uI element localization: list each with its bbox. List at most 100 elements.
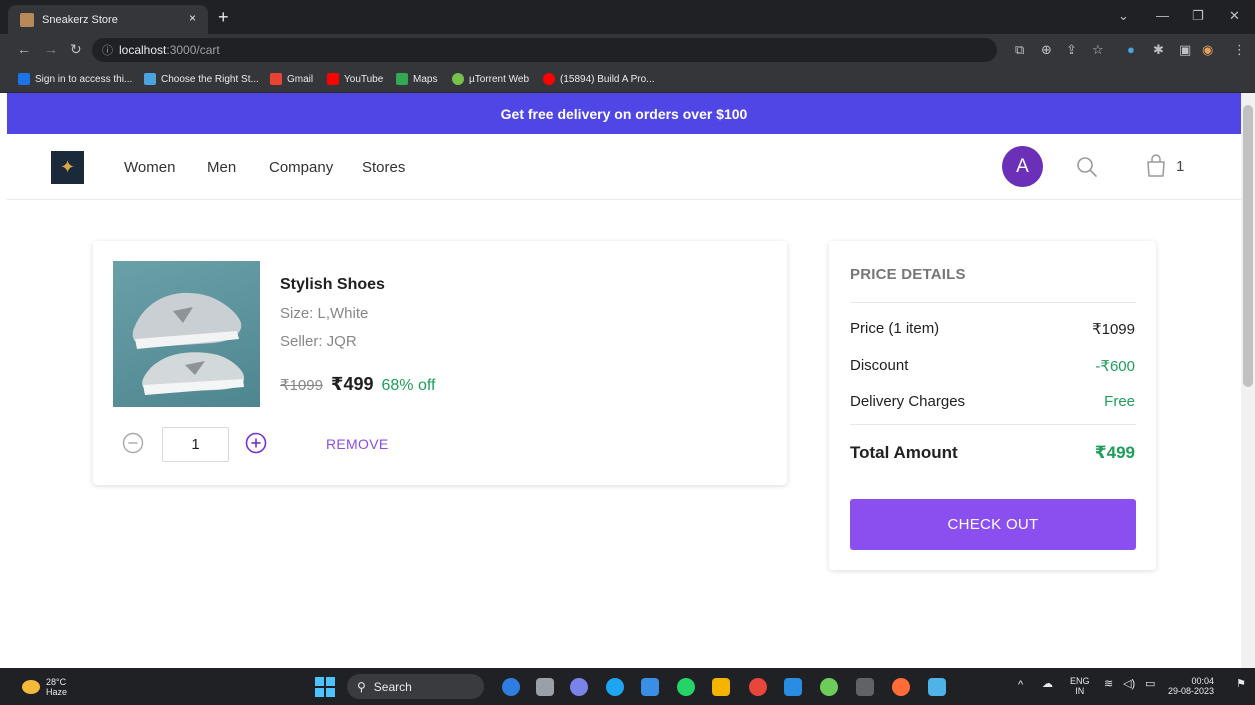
- browser-tab-bar: Sneakerz Store × + ⌄ — ❐ ✕: [0, 0, 1255, 34]
- window-close-icon[interactable]: ✕: [1229, 8, 1240, 24]
- clock[interactable]: 00:04 29-08-2023: [1168, 676, 1214, 696]
- volume-icon[interactable]: ◁): [1123, 679, 1135, 690]
- quantity-input[interactable]: 1: [162, 427, 229, 462]
- bookmark-item[interactable]: Gmail: [270, 73, 313, 85]
- file-explorer-icon[interactable]: [712, 678, 730, 696]
- microsoft-store-icon[interactable]: [641, 678, 659, 696]
- onedrive-icon[interactable]: ☁: [1042, 679, 1053, 690]
- user-avatar[interactable]: A: [1002, 146, 1043, 187]
- windows-start-icon[interactable]: [315, 677, 335, 697]
- clock-date: 29-08-2023: [1168, 686, 1215, 696]
- battery-icon[interactable]: ▭: [1145, 679, 1155, 690]
- checkout-button[interactable]: CHECK OUT: [850, 499, 1136, 550]
- nav-link-stores[interactable]: Stores: [362, 159, 405, 176]
- region-code: IN: [1075, 686, 1085, 696]
- product-name[interactable]: Stylish Shoes: [280, 276, 385, 294]
- nav-link-women[interactable]: Women: [124, 159, 175, 176]
- price-details-title: PRICE DETAILS: [850, 266, 966, 283]
- postman-icon[interactable]: [892, 678, 910, 696]
- bookmark-item[interactable]: µTorrent Web: [452, 73, 529, 85]
- new-tab-button[interactable]: +: [218, 7, 229, 28]
- page-scrollbar[interactable]: [1241, 93, 1255, 668]
- extension-icon[interactable]: ●: [1127, 42, 1135, 57]
- notifications-icon[interactable]: ⚑: [1236, 679, 1246, 690]
- forward-arrow-icon[interactable]: →: [44, 41, 58, 57]
- youtube-icon: [543, 73, 555, 85]
- taskbar-search[interactable]: ⚲ Search: [347, 674, 484, 699]
- cart-count[interactable]: 1: [1176, 158, 1184, 175]
- chrome-icon[interactable]: [749, 678, 767, 696]
- tab-close-icon[interactable]: ×: [189, 11, 196, 25]
- site-header: ✦ Women Men Company Stores A 1: [7, 134, 1241, 200]
- checkout-label: CHECK OUT: [947, 516, 1039, 533]
- original-price: ₹1099: [280, 377, 323, 394]
- side-panel-icon[interactable]: ▣: [1179, 42, 1191, 58]
- notepad-icon[interactable]: [928, 678, 946, 696]
- address-bar[interactable]: ⓘ localhost:3000/cart: [92, 38, 997, 62]
- avatar-initial: A: [1016, 155, 1029, 177]
- discount-label: Discount: [850, 357, 909, 374]
- quantity-value: 1: [191, 436, 200, 453]
- profile-avatar-icon[interactable]: ◉: [1202, 42, 1213, 58]
- site-info-icon[interactable]: ⓘ: [102, 42, 113, 58]
- edge-icon[interactable]: [606, 678, 624, 696]
- tab-title: Sneakerz Store: [42, 13, 118, 26]
- vscode-icon[interactable]: [784, 678, 802, 696]
- zoom-icon[interactable]: ⊕: [1041, 42, 1052, 58]
- bookmark-item[interactable]: (15894) Build A Pro...: [543, 73, 655, 85]
- weather-desc: Haze: [46, 687, 68, 697]
- taskbar-search-label: Search: [373, 679, 412, 694]
- teams-chat-icon[interactable]: [570, 678, 588, 696]
- remove-button[interactable]: REMOVE: [326, 436, 388, 452]
- total-amount-label: Total Amount: [850, 443, 958, 462]
- restore-icon[interactable]: ❐: [1192, 8, 1204, 24]
- divider: [850, 302, 1136, 303]
- discount-percent: 68% off: [381, 377, 436, 394]
- weather-widget[interactable]: 28°C Haze: [22, 677, 67, 697]
- terminal-icon[interactable]: [856, 678, 874, 696]
- product-image[interactable]: [113, 261, 260, 407]
- browser-menu-icon[interactable]: ⋮: [1233, 42, 1246, 58]
- minimize-icon[interactable]: —: [1156, 8, 1169, 23]
- decrease-quantity-icon[interactable]: [122, 432, 144, 454]
- scrollbar-thumb[interactable]: [1243, 105, 1253, 387]
- brand-logo[interactable]: ✦: [51, 151, 84, 184]
- cart-item-card: Stylish Shoes Size: L,White Seller: JQR …: [93, 241, 787, 485]
- task-view-icon[interactable]: [536, 678, 554, 696]
- tray-chevron-icon[interactable]: ^: [1018, 680, 1023, 691]
- language-indicator[interactable]: ENG IN: [1070, 676, 1090, 696]
- bookmark-item[interactable]: Maps: [396, 73, 437, 85]
- extensions-puzzle-icon[interactable]: ✱: [1153, 42, 1164, 58]
- bookmark-item[interactable]: YouTube: [327, 73, 383, 85]
- bookmark-favicon-icon: [144, 73, 156, 85]
- bing-chat-icon[interactable]: [502, 678, 520, 696]
- install-app-icon[interactable]: ⧉: [1015, 42, 1024, 58]
- nav-link-company[interactable]: Company: [269, 159, 333, 176]
- browser-tab[interactable]: Sneakerz Store ×: [8, 5, 208, 34]
- bookmark-favicon-icon: [18, 73, 30, 85]
- windows-taskbar: 28°C Haze ⚲ Search ^ ☁ ENG IN ≋ ◁) ▭ 00:…: [0, 668, 1255, 705]
- whatsapp-icon[interactable]: [677, 678, 695, 696]
- price-value: ₹1099: [1092, 321, 1135, 338]
- share-icon[interactable]: ⇪: [1066, 42, 1077, 58]
- spring-icon[interactable]: [820, 678, 838, 696]
- shopping-bag-icon[interactable]: [1145, 154, 1167, 178]
- promo-text: Get free delivery on orders over $100: [500, 105, 748, 122]
- bookmark-item[interactable]: Sign in to access thi...: [18, 73, 132, 85]
- bookmark-star-icon[interactable]: ☆: [1092, 42, 1104, 58]
- tab-search-chevron-icon[interactable]: ⌄: [1118, 8, 1129, 24]
- nav-link-men[interactable]: Men: [207, 159, 236, 176]
- back-arrow-icon[interactable]: ←: [17, 41, 31, 57]
- weather-temp: 28°C: [46, 677, 67, 687]
- site-favicon-icon: [20, 12, 34, 27]
- utorrent-icon: [452, 73, 464, 85]
- wifi-icon[interactable]: ≋: [1104, 679, 1113, 690]
- total-amount-value: ₹499: [1094, 443, 1135, 462]
- search-icon[interactable]: [1076, 156, 1098, 178]
- weather-haze-icon: [22, 680, 40, 694]
- reload-icon[interactable]: ↻: [70, 41, 82, 58]
- bookmark-item[interactable]: Choose the Right St...: [144, 73, 259, 85]
- promo-banner: Get free delivery on orders over $100: [7, 93, 1241, 134]
- increase-quantity-icon[interactable]: [245, 432, 267, 454]
- discount-value: -₹600: [1095, 358, 1135, 375]
